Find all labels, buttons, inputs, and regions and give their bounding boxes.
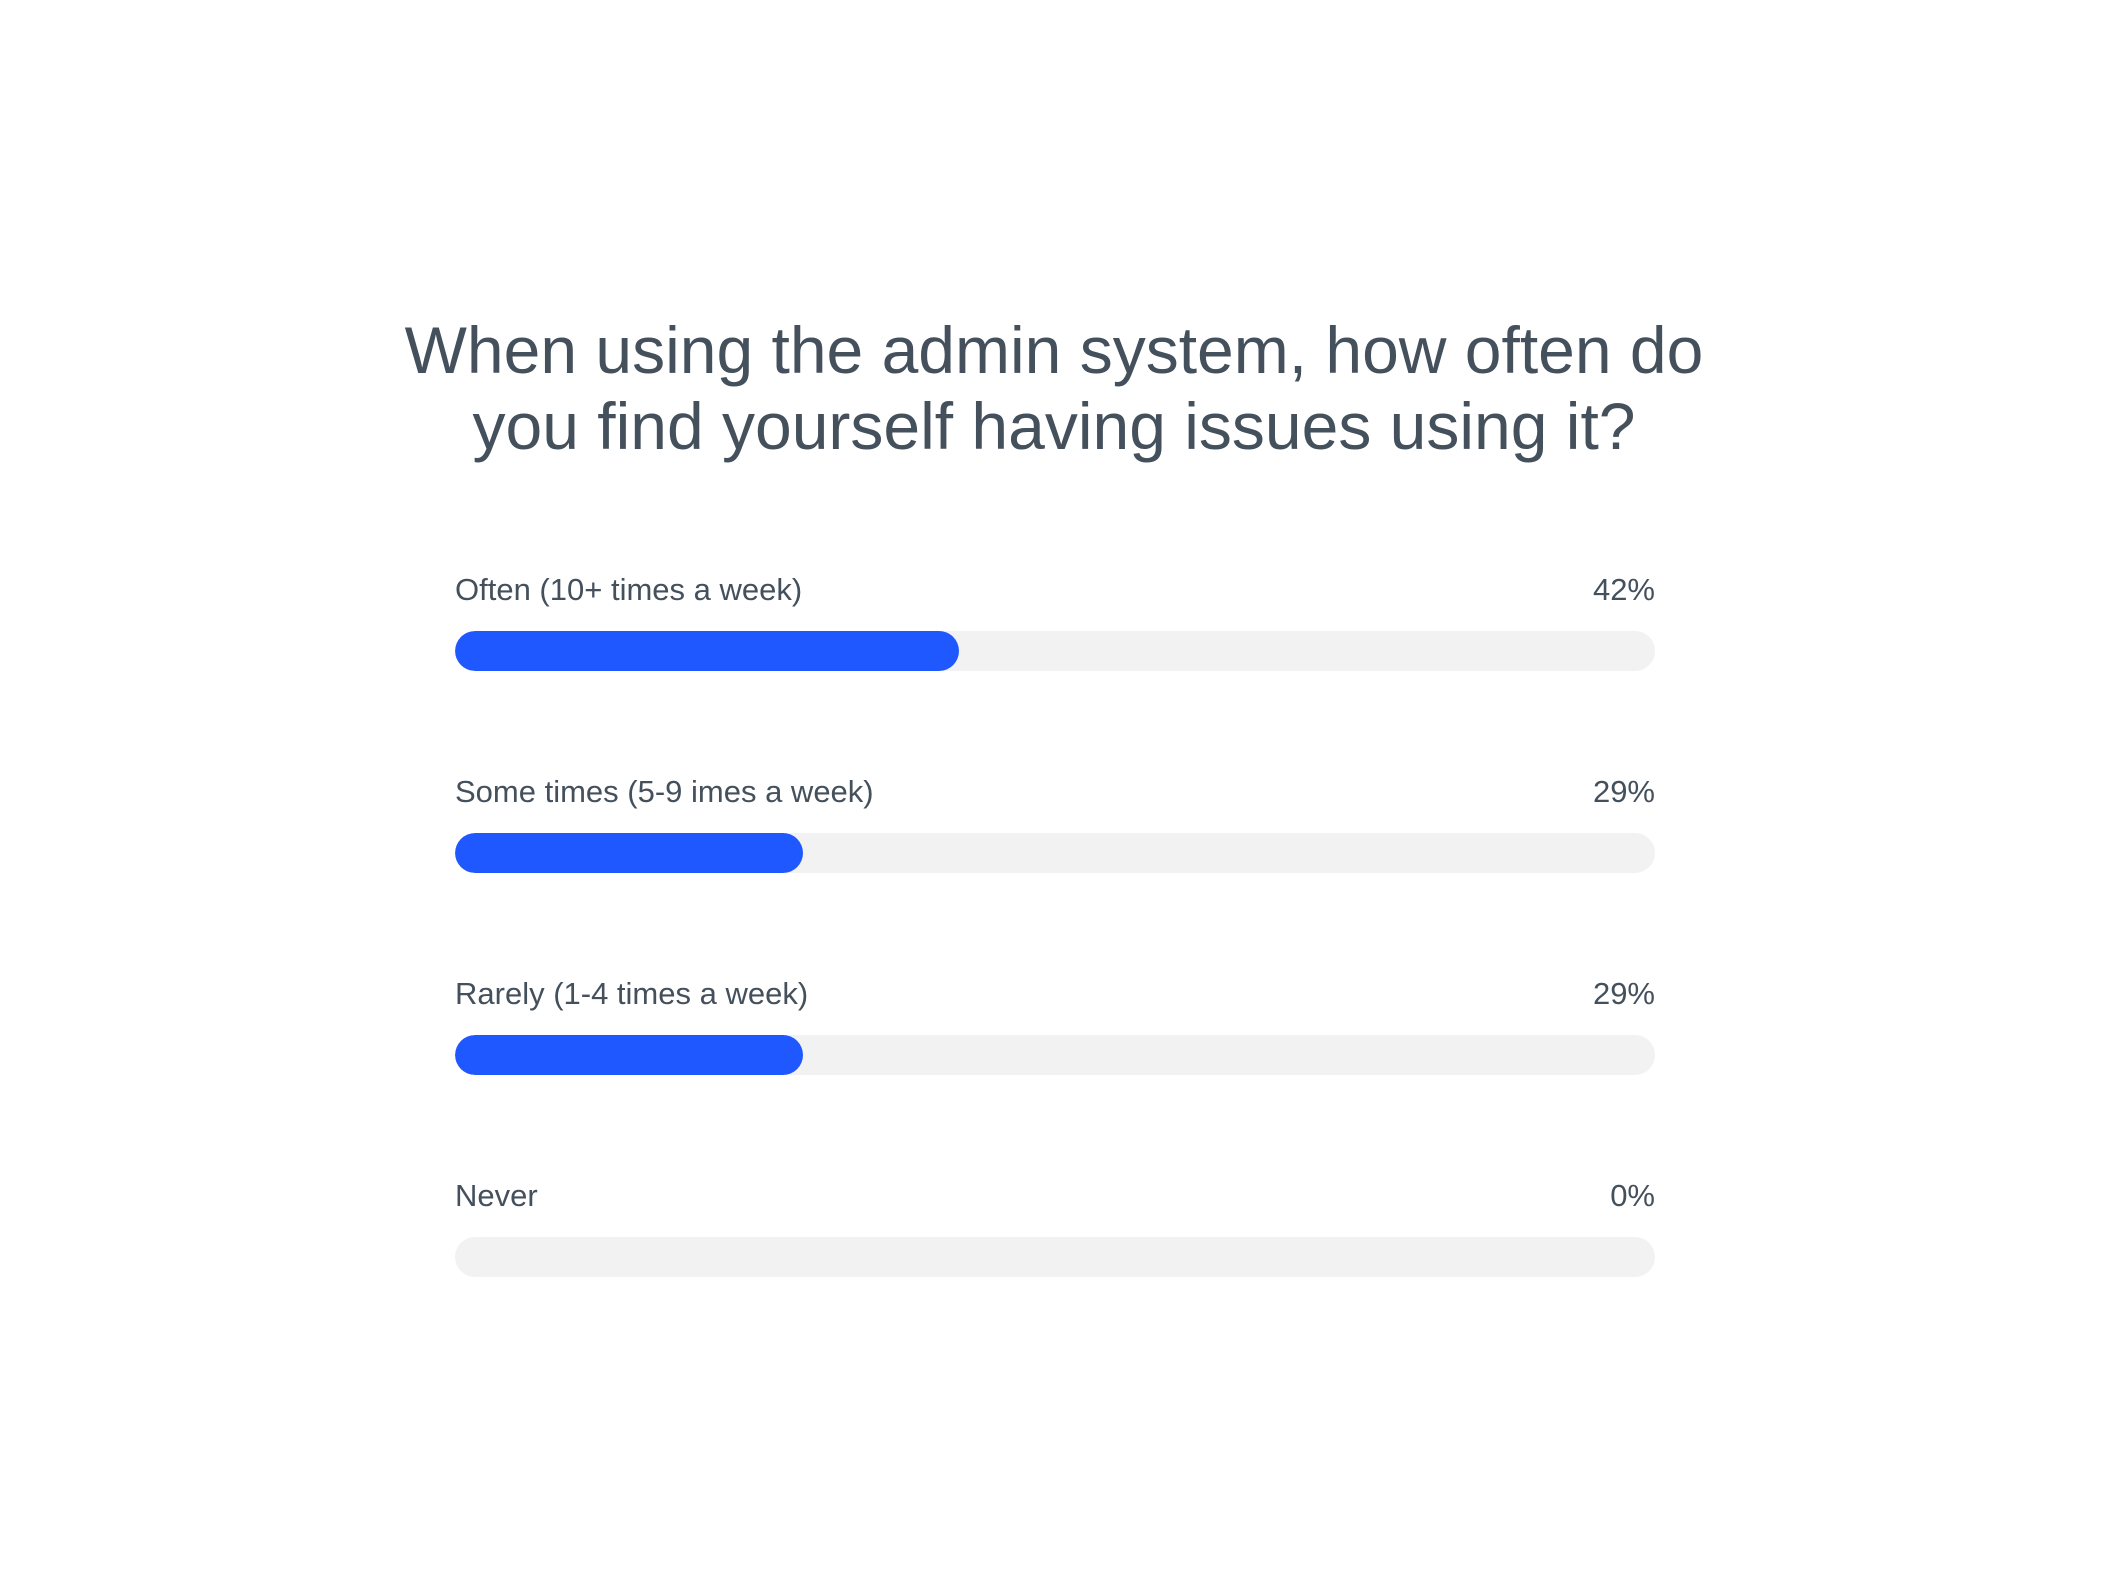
poll-option-row: Never 0% xyxy=(455,1166,1655,1368)
poll-option-bar-fill xyxy=(455,833,803,873)
poll-option-percentage: 42% xyxy=(1592,572,1655,607)
poll-option-bar-track xyxy=(455,1035,1655,1075)
poll-option-header: Never 0% xyxy=(455,1166,1655,1236)
poll-option-label: Some times (5-9 imes a week) xyxy=(455,774,874,809)
poll-results-card: When using the admin system, how often d… xyxy=(0,0,2108,1592)
poll-question-title: When using the admin system, how often d… xyxy=(404,313,1704,463)
poll-option-header: Rarely (1-4 times a week) 29% xyxy=(455,964,1655,1034)
poll-option-bar-track xyxy=(455,833,1655,873)
poll-option-label: Often (10+ times a week) xyxy=(455,572,803,607)
poll-option-row: Some times (5-9 imes a week) 29% xyxy=(455,762,1655,964)
poll-option-row: Often (10+ times a week) 42% xyxy=(455,560,1655,762)
poll-option-percentage: 0% xyxy=(1610,1178,1655,1213)
poll-option-percentage: 29% xyxy=(1592,976,1655,1011)
poll-option-header: Some times (5-9 imes a week) 29% xyxy=(455,762,1655,832)
poll-option-bar-track xyxy=(455,1237,1655,1277)
poll-option-bar-fill xyxy=(455,631,959,671)
poll-option-percentage: 29% xyxy=(1592,774,1655,809)
poll-options-list: Often (10+ times a week) 42% Some times … xyxy=(455,560,1655,1368)
poll-option-row: Rarely (1-4 times a week) 29% xyxy=(455,964,1655,1166)
poll-option-label: Never xyxy=(455,1178,538,1213)
poll-option-bar-track xyxy=(455,631,1655,671)
poll-option-label: Rarely (1-4 times a week) xyxy=(455,976,809,1011)
poll-option-bar-fill xyxy=(455,1035,803,1075)
poll-option-header: Often (10+ times a week) 42% xyxy=(455,560,1655,630)
